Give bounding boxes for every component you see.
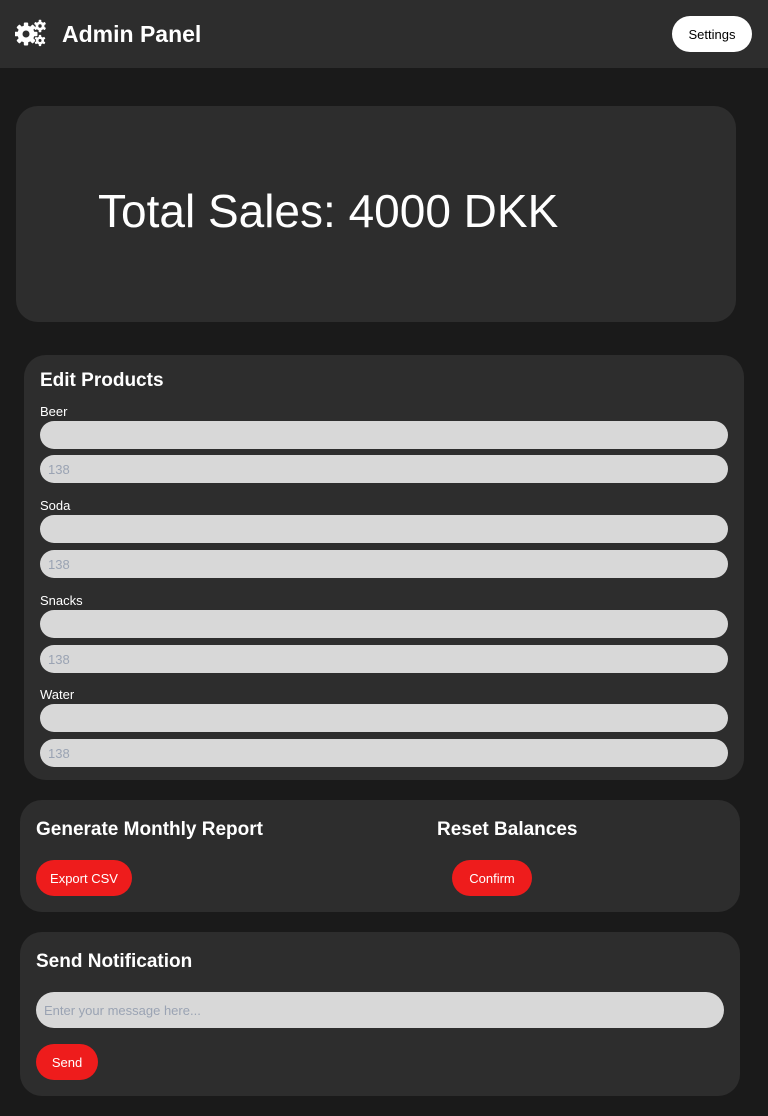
edit-products-heading: Edit Products <box>40 370 164 391</box>
confirm-reset-button[interactable]: Confirm <box>452 860 532 896</box>
product-label-soda: Soda <box>40 498 71 513</box>
product-name-input-beer[interactable] <box>40 421 728 449</box>
product-name-input-snacks[interactable] <box>40 610 728 638</box>
total-sales-text: Total Sales: 4000 DKK <box>98 185 559 237</box>
product-price-input-snacks[interactable] <box>40 645 728 673</box>
settings-button[interactable]: Settings <box>672 16 752 52</box>
product-price-input-soda[interactable] <box>40 550 728 578</box>
message-input[interactable] <box>36 992 724 1028</box>
send-notification-card: Send Notification Send <box>20 932 740 1096</box>
send-button[interactable]: Send <box>36 1044 98 1080</box>
report-reset-card: Generate Monthly Report Export CSV Reset… <box>20 800 740 912</box>
gears-icon <box>15 19 46 47</box>
export-csv-button[interactable]: Export CSV <box>36 860 132 896</box>
monthly-report-heading: Generate Monthly Report <box>36 819 263 840</box>
product-label-beer: Beer <box>40 404 68 419</box>
product-price-input-beer[interactable] <box>40 455 728 483</box>
product-price-input-water[interactable] <box>40 739 728 767</box>
total-sales-card: Total Sales: 4000 DKK <box>16 106 736 322</box>
top-bar: Admin Panel Settings <box>0 0 768 68</box>
product-name-input-water[interactable] <box>40 704 728 732</box>
send-notification-heading: Send Notification <box>36 951 193 972</box>
product-label-water: Water <box>40 687 75 702</box>
product-name-input-soda[interactable] <box>40 515 728 543</box>
product-label-snacks: Snacks <box>40 593 83 608</box>
edit-products-card: Edit Products Beer Soda Snacks Water <box>24 355 744 780</box>
reset-balances-heading: Reset Balances <box>437 819 578 840</box>
page-title: Admin Panel <box>62 21 202 47</box>
